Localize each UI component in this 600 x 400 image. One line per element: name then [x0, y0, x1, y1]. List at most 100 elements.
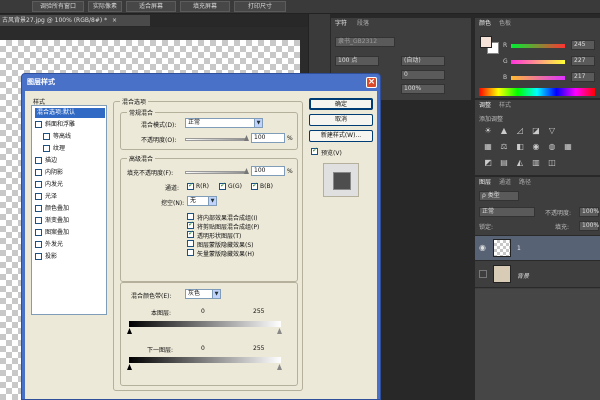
bevel-emboss-checkbox[interactable] [35, 121, 42, 128]
channel-mixer-icon[interactable]: ◍ [547, 142, 557, 152]
fill-input[interactable]: 100% [579, 221, 599, 231]
font-family-select[interactable]: 隶书_GB2312 [335, 37, 395, 47]
fill-screen-button[interactable]: 填充屏幕 [180, 1, 230, 12]
posterize-icon[interactable]: ▤ [499, 158, 509, 168]
document-tab[interactable]: 古风背景27.jpg @ 100% (RGB/8#) * × [0, 15, 150, 26]
inner-shadow-checkbox[interactable] [35, 169, 42, 176]
color-balance-icon[interactable]: ⚖ [499, 142, 509, 152]
underlying-white-thumb-icon[interactable] [277, 364, 282, 370]
sidebar-item-satin[interactable]: 光泽 [35, 192, 105, 202]
blend-mode-select[interactable]: 正常 ▼ [185, 118, 263, 128]
layer-kind-filter[interactable]: ρ 类型 [479, 191, 519, 201]
visibility-box-icon[interactable] [479, 270, 487, 278]
channel-b-checkbox[interactable] [251, 181, 258, 190]
hue-saturation-icon[interactable]: ▦ [483, 142, 493, 152]
slider-thumb-icon[interactable] [244, 135, 249, 141]
transparency-shapes-checkbox[interactable] [187, 229, 194, 238]
sidebar-item-color-overlay[interactable]: 颜色叠加 [35, 204, 105, 214]
contour-checkbox[interactable] [43, 133, 50, 140]
sidebar-item-outer-glow[interactable]: 外发光 [35, 240, 105, 250]
vertical-scale-input[interactable]: 100% [401, 84, 445, 94]
sidebar-item-gradient-overlay[interactable]: 渐变叠加 [35, 216, 105, 226]
underlying-gradient[interactable] [129, 357, 281, 363]
layer-blend-mode-select[interactable]: 正常 [479, 207, 535, 217]
opacity-slider[interactable] [185, 135, 249, 141]
tab-character[interactable]: 字符 [335, 19, 347, 29]
fit-screen-button[interactable]: 适合屏幕 [126, 1, 176, 12]
layer-row[interactable]: 背景 [475, 262, 600, 288]
tab-styles[interactable]: 样式 [499, 101, 511, 111]
knockout-select[interactable]: 无 ▼ [187, 196, 217, 206]
fill-opacity-input[interactable]: 100 [251, 166, 285, 176]
channel-g-checkbox[interactable] [219, 181, 226, 190]
blend-clipped-layers-checkbox[interactable] [187, 220, 194, 229]
photo-filter-icon[interactable]: ◉ [531, 142, 541, 152]
threshold-icon[interactable]: ◭ [515, 158, 525, 168]
this-layer-gradient[interactable] [129, 321, 281, 327]
sidebar-item-texture[interactable]: 纹理 [35, 144, 105, 154]
vector-mask-hides-checkbox[interactable] [187, 249, 194, 256]
gradient-map-icon[interactable]: ▥ [531, 158, 541, 168]
blue-value[interactable]: 217 [571, 72, 595, 82]
gradient-overlay-checkbox[interactable] [35, 217, 42, 224]
color-spectrum[interactable] [479, 88, 595, 96]
tab-swatches[interactable]: 色板 [499, 19, 511, 29]
tracking-select[interactable]: 0 [401, 70, 445, 80]
cancel-button[interactable]: 取消 [309, 114, 373, 126]
pattern-overlay-checkbox[interactable] [35, 229, 42, 236]
sidebar-item-blending-options[interactable]: 混合选项:默认 [35, 108, 105, 118]
preview-checkbox[interactable] [311, 146, 318, 155]
sidebar-item-drop-shadow[interactable]: 投影 [35, 252, 105, 262]
foreground-color-swatch[interactable] [480, 36, 492, 48]
inner-glow-checkbox[interactable] [35, 181, 42, 188]
green-slider[interactable] [511, 60, 565, 64]
exposure-icon[interactable]: ◪ [531, 126, 541, 136]
fit-all-windows-button[interactable]: 调验所有窗口 [32, 1, 84, 12]
color-overlay-checkbox[interactable] [35, 205, 42, 212]
texture-checkbox[interactable] [43, 145, 50, 152]
tab-color[interactable]: 颜色 [479, 19, 491, 29]
red-slider[interactable] [511, 44, 565, 48]
drop-shadow-checkbox[interactable] [35, 253, 42, 260]
layer-name[interactable]: 1 [517, 245, 521, 252]
leading-select[interactable]: (自动) [401, 56, 445, 66]
sidebar-item-stroke[interactable]: 描边 [35, 156, 105, 166]
channel-r-checkbox[interactable] [187, 181, 194, 190]
red-value[interactable]: 245 [571, 40, 595, 50]
slider-thumb-icon[interactable] [244, 168, 249, 174]
this-layer-black-thumb-icon[interactable] [127, 328, 132, 334]
layer-mask-hides-checkbox[interactable] [187, 240, 194, 247]
opacity-input[interactable]: 100% [579, 207, 599, 217]
sidebar-item-inner-shadow[interactable]: 内阴影 [35, 168, 105, 178]
layer-row[interactable]: ◉ 1 [475, 235, 600, 261]
levels-icon[interactable]: ▲ [499, 126, 509, 136]
underlying-black-thumb-icon[interactable] [127, 364, 132, 370]
curves-icon[interactable]: ◿ [515, 126, 525, 136]
blue-slider[interactable] [511, 76, 565, 80]
dialog-close-button[interactable]: × [366, 77, 377, 88]
stroke-checkbox[interactable] [35, 157, 42, 164]
eye-icon[interactable]: ◉ [479, 243, 486, 252]
ok-button[interactable]: 确定 [309, 98, 373, 110]
selective-color-icon[interactable]: ◫ [547, 158, 557, 168]
tab-paths[interactable]: 路径 [519, 178, 531, 188]
satin-checkbox[interactable] [35, 193, 42, 200]
this-layer-white-thumb-icon[interactable] [277, 328, 282, 334]
layer-name[interactable]: 背景 [517, 271, 529, 280]
sidebar-item-inner-glow[interactable]: 内发光 [35, 180, 105, 190]
fill-opacity-slider[interactable] [185, 168, 249, 174]
color-lookup-icon[interactable]: ▦ [563, 142, 573, 152]
tab-adjustments[interactable]: 调整 [479, 101, 491, 111]
vibrance-icon[interactable]: ▽ [547, 126, 557, 136]
close-tab-icon[interactable]: × [112, 17, 117, 24]
sidebar-item-bevel-emboss[interactable]: 斜面和浮雕 [35, 120, 105, 130]
blend-interior-effects-checkbox[interactable] [187, 213, 194, 220]
green-value[interactable]: 227 [571, 56, 595, 66]
tab-layers[interactable]: 图层 [479, 178, 491, 188]
invert-icon[interactable]: ◩ [483, 158, 493, 168]
sidebar-item-pattern-overlay[interactable]: 图案叠加 [35, 228, 105, 238]
new-style-button[interactable]: 新建样式(W)... [309, 130, 373, 142]
opacity-input[interactable]: 100 [251, 133, 285, 143]
brightness-icon[interactable]: ☀ [483, 126, 493, 136]
font-size-select[interactable]: 100 点 [335, 56, 379, 66]
